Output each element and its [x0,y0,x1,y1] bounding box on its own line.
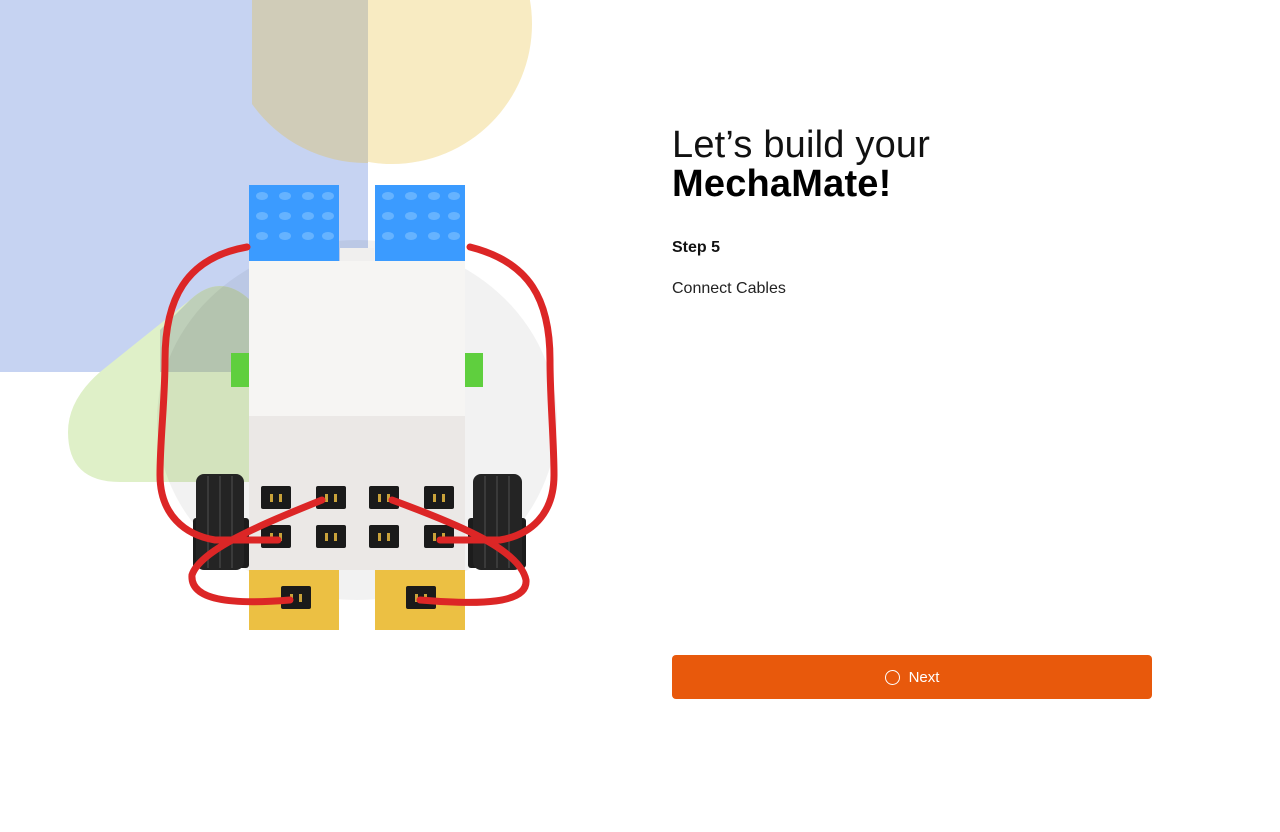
body-connector [340,248,374,262]
step-label: Step 5 [672,239,721,256]
green-brick-left [231,353,249,387]
circle-icon [884,669,900,685]
body-upper [249,261,465,416]
wheel-right [468,474,526,570]
step-instruction: Connect Cables [672,280,786,297]
next-button[interactable]: Next [672,655,1152,699]
page-title-line1: Let’s build your [672,124,931,166]
wheel-left [193,474,249,570]
page: Let’s build your MechaMate! Step 5 Conne… [0,0,1280,832]
robot-illustration-svg [0,0,558,630]
next-button-label: Next [908,668,940,686]
blue-brick-right [375,185,465,261]
step-content: Let’s build your MechaMate! Step 5 Conne… [672,124,1152,297]
green-brick-right [465,353,483,387]
robot-illustration [0,0,640,832]
page-title-line2: MechaMate! [672,163,892,205]
blue-brick-left [249,185,339,261]
